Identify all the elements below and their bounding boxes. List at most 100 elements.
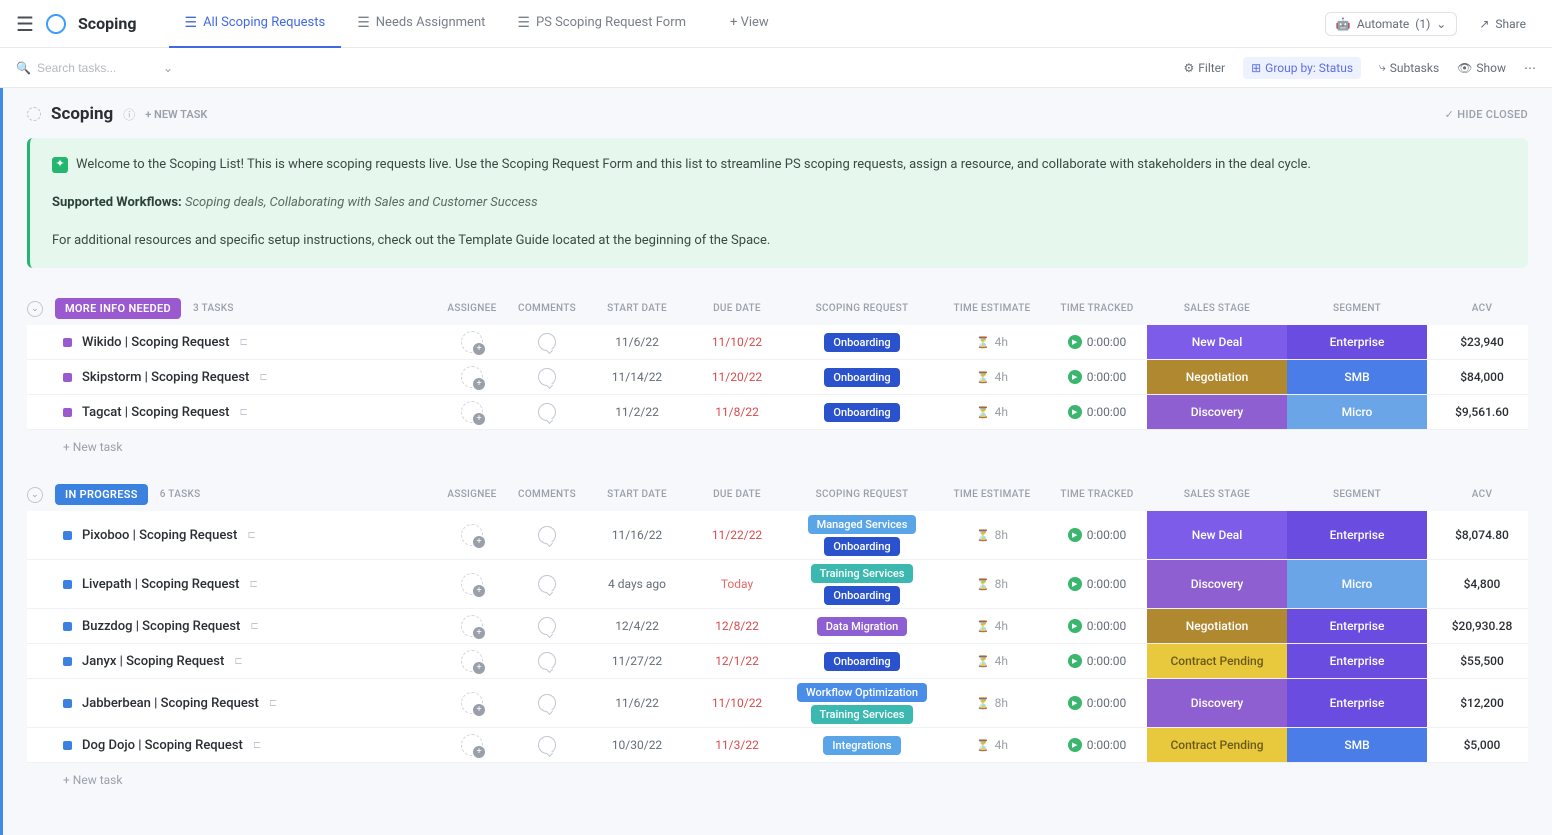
show-button[interactable]: 👁Show xyxy=(1457,61,1506,75)
task-row[interactable]: Tagcat | Scoping Request⊏11/2/2211/8/22O… xyxy=(27,395,1528,430)
task-row[interactable]: Buzzdog | Scoping Request ⊏ 12/4/2212/8/22… xyxy=(27,609,1528,644)
task-row[interactable]: Wikido | Scoping Request⊏11/6/2211/10/22… xyxy=(27,325,1528,360)
comments-cell[interactable] xyxy=(507,694,587,712)
play-icon[interactable]: ▶ xyxy=(1068,370,1082,384)
segment[interactable]: Micro xyxy=(1287,395,1427,429)
assignee-placeholder[interactable] xyxy=(461,401,483,423)
due-date[interactable]: 11/10/22 xyxy=(687,335,787,349)
time-tracked[interactable]: ▶0:00:00 xyxy=(1047,405,1147,419)
assignee-placeholder[interactable] xyxy=(461,692,483,714)
groupby-button[interactable]: ⊞Group by: Status xyxy=(1243,57,1361,79)
assignee-placeholder[interactable] xyxy=(461,615,483,637)
due-date[interactable]: 11/8/22 xyxy=(687,405,787,419)
share-button[interactable]: ↗ Share xyxy=(1469,13,1536,35)
task-name[interactable]: Livepath | Scoping Request xyxy=(82,577,239,592)
time-tracked[interactable]: ▶0:00:00 xyxy=(1047,619,1147,633)
scoping-pill[interactable]: Onboarding xyxy=(824,403,899,422)
play-icon[interactable]: ▶ xyxy=(1068,405,1082,419)
play-icon[interactable]: ▶ xyxy=(1068,696,1082,710)
comments-cell[interactable] xyxy=(507,333,587,351)
task-row[interactable]: Janyx | Scoping Request⊏11/27/2212/1/22O… xyxy=(27,644,1528,679)
due-date[interactable]: 12/8/22 xyxy=(687,619,787,633)
acv-value[interactable]: $5,000 xyxy=(1427,738,1537,752)
assignee-cell[interactable] xyxy=(437,401,507,423)
time-tracked[interactable]: ▶0:00:00 xyxy=(1047,528,1147,542)
start-date[interactable]: 11/6/22 xyxy=(587,335,687,349)
assignee-placeholder[interactable] xyxy=(461,366,483,388)
play-icon[interactable]: ▶ xyxy=(1068,335,1082,349)
acv-value[interactable]: $8,074.80 xyxy=(1427,528,1537,542)
task-options-icon[interactable]: ⊏ xyxy=(250,621,258,632)
segment[interactable]: SMB xyxy=(1287,360,1427,394)
play-icon[interactable]: ▶ xyxy=(1068,654,1082,668)
add-view-button[interactable]: + View xyxy=(714,0,785,48)
task-options-icon[interactable]: ⊏ xyxy=(234,656,242,667)
task-name[interactable]: Jabberbean | Scoping Request xyxy=(82,696,259,711)
scoping-pill[interactable]: Onboarding xyxy=(824,586,899,605)
play-icon[interactable]: ▶ xyxy=(1068,528,1082,542)
app-icon[interactable] xyxy=(46,14,66,34)
sales-stage[interactable]: New Deal xyxy=(1147,325,1287,359)
search-input[interactable] xyxy=(37,61,157,75)
play-icon[interactable]: ▶ xyxy=(1068,577,1082,591)
acv-value[interactable]: $9,561.60 xyxy=(1427,405,1537,419)
time-estimate[interactable]: ⏳4h xyxy=(937,654,1047,668)
acv-value[interactable]: $4,800 xyxy=(1427,577,1537,591)
task-name[interactable]: Tagcat | Scoping Request xyxy=(82,405,229,420)
sales-stage[interactable]: New Deal xyxy=(1147,511,1287,559)
task-name[interactable]: Buzzdog | Scoping Request xyxy=(82,619,240,634)
sales-stage[interactable]: Contract Pending xyxy=(1147,728,1287,762)
status-dot[interactable] xyxy=(63,531,72,540)
task-row[interactable]: Dog Dojo | Scoping Request⊏10/30/2211/3/… xyxy=(27,728,1528,763)
due-date[interactable]: Today xyxy=(687,577,787,591)
assignee-cell[interactable] xyxy=(437,734,507,756)
task-options-icon[interactable]: ⊏ xyxy=(239,337,247,348)
assignee-cell[interactable] xyxy=(437,650,507,672)
assignee-cell[interactable] xyxy=(437,573,507,595)
scoping-pill[interactable]: Workflow Optimization xyxy=(797,683,927,702)
task-options-icon[interactable]: ⊏ xyxy=(269,698,277,709)
new-task-row[interactable]: + New task xyxy=(27,430,1528,454)
status-badge[interactable]: MORE INFO NEEDED xyxy=(55,298,181,319)
comments-cell[interactable] xyxy=(507,736,587,754)
start-date[interactable]: 11/27/22 xyxy=(587,654,687,668)
status-dot[interactable] xyxy=(63,408,72,417)
start-date[interactable]: 4 days ago xyxy=(587,577,687,591)
start-date[interactable]: 12/4/22 xyxy=(587,619,687,633)
task-row[interactable]: Jabberbean | Scoping Request⊏11/6/2211/1… xyxy=(27,679,1528,728)
time-tracked[interactable]: ▶0:00:00 xyxy=(1047,577,1147,591)
scoping-pill[interactable]: Data Migration xyxy=(817,617,908,636)
assignee-cell[interactable] xyxy=(437,366,507,388)
new-task-row[interactable]: + New task xyxy=(27,763,1528,787)
assignee-placeholder[interactable] xyxy=(461,524,483,546)
scoping-pill[interactable]: Training Services xyxy=(811,564,914,583)
new-task-button[interactable]: + NEW TASK xyxy=(145,108,207,121)
due-date[interactable]: 11/10/22 xyxy=(687,696,787,710)
assignee-placeholder[interactable] xyxy=(461,331,483,353)
task-options-icon[interactable]: ⊏ xyxy=(247,530,255,541)
status-dot[interactable] xyxy=(63,741,72,750)
time-estimate[interactable]: ⏳4h xyxy=(937,738,1047,752)
status-dot[interactable] xyxy=(63,622,72,631)
time-tracked[interactable]: ▶0:00:00 xyxy=(1047,335,1147,349)
segment[interactable]: Enterprise xyxy=(1287,609,1427,643)
status-badge[interactable]: IN PROGRESS xyxy=(55,484,148,505)
sales-stage[interactable]: Discovery xyxy=(1147,395,1287,429)
assignee-cell[interactable] xyxy=(437,692,507,714)
assignee-placeholder[interactable] xyxy=(461,573,483,595)
time-estimate[interactable]: ⏳8h xyxy=(937,528,1047,542)
due-date[interactable]: 12/1/22 xyxy=(687,654,787,668)
acv-value[interactable]: $84,000 xyxy=(1427,370,1537,384)
tab-ps-scoping-request-form[interactable]: ☰PS Scoping Request Form xyxy=(501,0,702,48)
task-options-icon[interactable]: ⊏ xyxy=(249,579,257,590)
sales-rep-cell[interactable] xyxy=(1537,331,1552,353)
time-tracked[interactable]: ▶0:00:00 xyxy=(1047,370,1147,384)
time-estimate[interactable]: ⏳4h xyxy=(937,335,1047,349)
scoping-pill[interactable]: Onboarding xyxy=(824,537,899,556)
due-date[interactable]: 11/3/22 xyxy=(687,738,787,752)
assignee-cell[interactable] xyxy=(437,524,507,546)
sales-stage[interactable]: Discovery xyxy=(1147,560,1287,608)
scoping-pill[interactable]: Managed Services xyxy=(808,515,917,534)
task-options-icon[interactable]: ⊏ xyxy=(259,372,267,383)
acv-value[interactable]: $20,930.28 xyxy=(1427,619,1537,633)
